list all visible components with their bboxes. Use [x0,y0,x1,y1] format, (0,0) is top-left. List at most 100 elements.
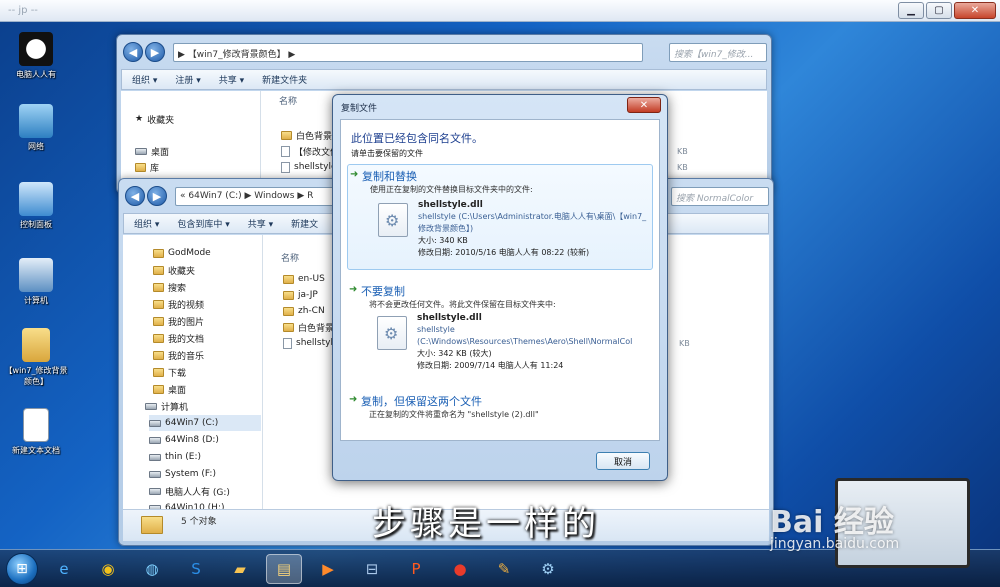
close-button[interactable]: ✕ [954,2,996,19]
option-desc: 使用正在复制的文件替换目标文件夹中的文件: [370,185,533,194]
nav-item-downloads[interactable]: 下载 [153,364,186,380]
taskbar-app8[interactable]: ⊟ [354,554,390,584]
forward-button[interactable]: ▶ [145,42,165,62]
desktop-icon-folder[interactable]: 【win7_修改背景颜色】 [4,328,68,387]
new-folder-button[interactable]: 新建文 [291,217,318,230]
close-icon: ✕ [639,99,649,111]
list-item[interactable]: shellstyle [283,335,339,351]
desktop-icon-textfile[interactable]: 新建文本文档 [4,408,68,456]
status-count: 5 个对象 [181,517,217,527]
nav-item-drive-d[interactable]: 64Win8 (D:) [149,432,219,448]
dialog-close-button[interactable]: ✕ [627,97,661,113]
include-in-library-menu[interactable]: 包含到库中 ▾ [177,217,229,230]
nav-item-favorites[interactable]: ★ 收藏夹 [135,111,174,127]
nav-item-desktop[interactable]: 桌面 [153,381,186,397]
column-header-name[interactable]: 名称 [279,94,297,107]
nav-item-godmode[interactable]: GodMode [153,245,211,261]
nav-item-drive-c[interactable]: 64Win7 (C:) [149,415,261,431]
taskbar-app10[interactable]: ● [442,554,478,584]
register-menu[interactable]: 注册 ▾ [175,73,200,86]
taskbar-app3[interactable]: ◍ [134,554,170,584]
nav-item-desktop[interactable]: 桌面 [135,143,169,159]
taskbar-sogou[interactable]: S [178,554,214,584]
nav-item-drive-g[interactable]: 电脑人人有 (G:) [149,483,230,499]
forward-button[interactable]: ▶ [147,186,167,206]
nav-item-favorites[interactable]: 收藏夹 [153,262,195,278]
option-do-not-copy[interactable]: ➜ 不要复制 将不会更改任何文件。将此文件保留在目标文件夹中: shellsty… [347,280,653,376]
nav-item-library[interactable]: 库 [135,159,159,175]
jiang-icon: ● [453,559,467,578]
back-button[interactable]: ◀ [123,42,143,62]
share-menu[interactable]: 共享 ▾ [248,217,273,230]
desktop-icon-panda[interactable]: 电脑人人有 [4,32,68,80]
cancel-button[interactable]: 取消 [596,452,650,470]
taskbar-media[interactable]: ▶ [310,554,346,584]
search-input[interactable]: 搜索 NormalColor [671,187,769,206]
file-name: shellstyle.dll [417,313,482,323]
drive-icon [149,436,161,444]
taskbar-app11[interactable]: ✎ [486,554,522,584]
folder-icon [283,306,294,316]
list-item[interactable]: en-US [283,271,325,287]
nav-item-music[interactable]: 我的音乐 [153,347,204,363]
list-item[interactable]: 【修改文件 [281,143,339,159]
taskbar-app12[interactable]: ⚙ [530,554,566,584]
nav-item-computer[interactable]: 计算机 [145,398,188,414]
folder-icon: ▰ [234,559,246,578]
list-item[interactable]: 白色背景 [281,127,332,143]
option-desc: 将不会更改任何文件。将此文件保留在目标文件夹中: [369,300,556,309]
option-title: 复制和替换 [362,170,417,183]
file-name: 白色背景 [298,323,335,334]
minimize-button[interactable]: ▁ [898,2,924,19]
taskbar-app5[interactable]: ▰ [222,554,258,584]
folder-icon [153,350,164,360]
organize-menu[interactable]: 组织 ▾ [132,73,157,86]
nav-item-documents[interactable]: 我的文档 [153,330,204,346]
start-button[interactable]: ⊞ [6,552,38,585]
desktop-icon-control-panel[interactable]: 控制面板 [4,182,68,230]
taskbar-explorer[interactable]: ▤ [266,553,302,584]
organize-menu[interactable]: 组织 ▾ [134,217,159,230]
folder-icon [281,130,292,140]
new-folder-button[interactable]: 新建文件夹 [262,73,307,86]
address-bar[interactable]: ▶ 【win7_修改背景颜色】 ▶ [173,43,643,62]
nav-label: 电脑人人有 (G:) [165,487,230,498]
list-item[interactable]: zh-CN [283,303,325,319]
desktop-icon-computer[interactable]: 计算机 [4,258,68,306]
arrow-right-icon: ➜ [349,394,358,405]
list-item[interactable]: 白色背景 [283,319,334,335]
desktop-icon-network[interactable]: 网络 [4,104,68,152]
nav-label: 下载 [168,368,187,379]
back-button[interactable]: ◀ [125,186,145,206]
drive-icon [149,487,161,495]
nav-label: 收藏夹 [168,266,196,277]
column-header-name[interactable]: 名称 [281,251,299,264]
nav-item-pictures[interactable]: 我的图片 [153,313,204,329]
nav-item-videos[interactable]: 我的视频 [153,296,204,312]
globe-icon: ◍ [145,559,159,578]
maximize-button[interactable]: ▢ [926,2,952,19]
folder-icon [153,282,164,292]
folder-icon [283,274,294,284]
list-item[interactable]: ja-JP [283,287,318,303]
taskbar-ie[interactable]: e [46,554,82,584]
address-bar[interactable]: « 64Win7 (C:) ▶ Windows ▶ R [175,187,335,206]
taskbar-app9[interactable]: P [398,554,434,584]
chrome-icon: ◉ [101,559,115,578]
panda-icon [19,32,53,66]
file-size: KB [677,147,688,156]
taskbar-chrome[interactable]: ◉ [90,554,126,584]
nav-label: 我的图片 [168,317,205,328]
search-input[interactable]: 搜索【win7_修改... [669,43,767,62]
nav-item-search[interactable]: 搜索 [153,279,186,295]
option-copy-replace[interactable]: ➜ 复制和替换 使用正在复制的文件替换目标文件夹中的文件: shellstyle… [347,164,653,270]
folder-icon [153,299,164,309]
nav-label: 库 [150,163,160,174]
nav-item-drive-e[interactable]: thin (E:) [149,449,201,465]
nav-item-drive-f[interactable]: System (F:) [149,466,216,482]
copy-file-dialog[interactable]: 复制文件 ✕ 此位置已经包含同名文件。 请单击要保留的文件 ➜ 复制和替换 使用… [332,94,668,481]
option-copy-keep-both[interactable]: ➜ 复制，但保留这两个文件 正在复制的文件将重命名为 "shellstyle (… [347,390,653,424]
text-file-icon [23,408,49,442]
share-menu[interactable]: 共享 ▾ [219,73,244,86]
list-item[interactable]: shellstyle [281,159,337,175]
